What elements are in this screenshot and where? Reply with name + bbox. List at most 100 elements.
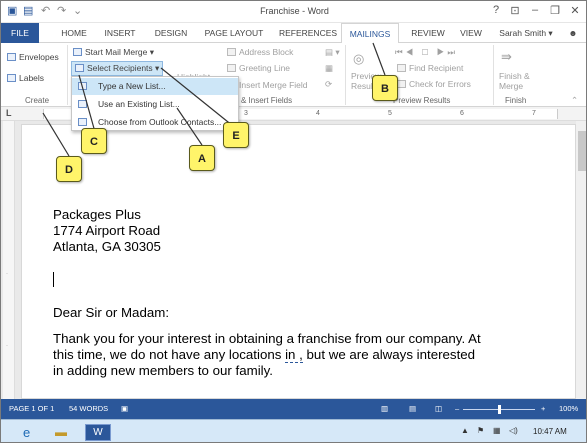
zoom-slider-thumb[interactable]: [498, 405, 501, 414]
find-recipient-button[interactable]: Find Recipient: [397, 63, 463, 73]
start-mail-merge-button[interactable]: Start Mail Merge ▾: [73, 47, 154, 58]
greeting-line-label: Greeting Line: [239, 63, 291, 73]
windows-taskbar: e ▬ W ▲ ⚑ ▦ ◁) 10:47 AM: [1, 419, 586, 442]
body-line[interactable]: this time, we do not have any locations …: [53, 347, 475, 363]
callout-b: B: [372, 75, 398, 101]
menu-item-label: Use an Existing List...: [98, 99, 180, 109]
rules-icon[interactable]: ▤ ▾: [325, 47, 340, 58]
tab-insert[interactable]: INSERT: [99, 23, 141, 43]
address-block-icon: [227, 48, 236, 56]
tab-review[interactable]: REVIEW: [405, 23, 451, 43]
tab-mailings[interactable]: MAILINGS: [341, 23, 399, 44]
word-window: ▣ ▤ ↶ ↷ ⌄ Franchise - Word ? ⊡ – ❐ ✕ FIL…: [0, 0, 587, 443]
check-for-errors-label: Check for Errors: [409, 79, 471, 89]
close-icon[interactable]: ✕: [567, 4, 583, 17]
address-line[interactable]: Packages Plus: [53, 207, 141, 223]
outlook-contacts-icon: [78, 118, 87, 126]
zoom-out-icon[interactable]: –: [455, 404, 459, 413]
status-bar: PAGE 1 OF 1 54 WORDS ▣ ▥ ▤ ◫ – + 100%: [1, 399, 586, 419]
check-for-errors-button[interactable]: Check for Errors: [397, 79, 471, 89]
group-finish: Finish: [505, 96, 527, 105]
preview-results-icon: ◎: [353, 51, 365, 66]
finish-merge-button[interactable]: Finish & Merge: [499, 71, 537, 91]
ribbon-display-options-icon[interactable]: ⊡: [507, 4, 523, 17]
group-create: Create: [25, 96, 50, 105]
check-errors-icon: [397, 80, 406, 88]
word-taskbar-icon[interactable]: W: [85, 424, 111, 441]
labels-icon: [7, 74, 16, 82]
user-avatar-icon[interactable]: ☻: [563, 23, 583, 43]
print-layout-icon[interactable]: ▤: [409, 404, 416, 413]
select-recipients-button[interactable]: Select Recipients ▾: [71, 61, 164, 76]
tab-page-layout[interactable]: PAGE LAYOUT: [199, 23, 269, 43]
labels-button[interactable]: Labels: [7, 73, 44, 83]
body-line[interactable]: in adding new members to our family.: [53, 363, 273, 379]
ruler-number: 7: [532, 110, 536, 117]
callout-d: D: [56, 156, 82, 182]
web-layout-icon[interactable]: ◫: [435, 404, 442, 413]
ruler-number: 3: [244, 110, 248, 117]
find-recipient-label: Find Recipient: [409, 63, 464, 73]
tab-references[interactable]: REFERENCES: [275, 23, 341, 43]
clock[interactable]: 10:47 AM: [533, 427, 567, 442]
page-count[interactable]: PAGE 1 OF 1: [9, 404, 54, 413]
menu-item-type-new-list[interactable]: Type a New List...: [72, 78, 238, 95]
ruler-number: 4: [316, 110, 320, 117]
update-labels-icon[interactable]: ⟳: [325, 79, 332, 90]
salutation[interactable]: Dear Sir or Madam:: [53, 305, 169, 321]
address-line[interactable]: 1774 Airport Road: [53, 223, 160, 239]
tab-file[interactable]: FILE: [1, 23, 39, 43]
restore-icon[interactable]: ❐: [547, 4, 563, 17]
user-account[interactable]: Sarah Smith ▾: [495, 23, 557, 43]
ruler-number: ·: [6, 271, 8, 277]
collapse-ribbon-icon[interactable]: ⌃: [571, 95, 578, 106]
help-button[interactable]: ?: [488, 4, 504, 16]
group-write-insert-fields: & Insert Fields: [241, 96, 293, 105]
record-navigation[interactable]: ⏮◀ ▢ ▶⏭: [395, 47, 458, 58]
address-block-label: Address Block: [239, 47, 294, 57]
body-line[interactable]: Thank you for your interest in obtaining…: [53, 331, 481, 347]
group-divider: [345, 45, 346, 105]
scrollbar-thumb[interactable]: [578, 131, 586, 171]
action-center-icon[interactable]: ⚑: [477, 426, 484, 442]
proofing-icon[interactable]: ▣: [121, 404, 128, 413]
tab-home[interactable]: HOME: [53, 23, 95, 43]
callout-a: A: [189, 145, 215, 171]
zoom-level[interactable]: 100%: [559, 404, 578, 413]
group-preview-results: Preview Results: [393, 96, 451, 105]
minimize-icon[interactable]: –: [527, 4, 543, 16]
address-block-button[interactable]: Address Block: [227, 47, 293, 57]
file-explorer-icon[interactable]: ▬: [55, 424, 73, 441]
tab-selector-icon[interactable]: L: [6, 108, 12, 118]
select-recipients-menu: Type a New List... Use an Existing List.…: [71, 76, 239, 131]
recipients-icon: [75, 64, 84, 72]
zoom-in-icon[interactable]: +: [541, 404, 545, 413]
ribbon-tabs: FILE HOME INSERT DESIGN PAGE LAYOUT REFE…: [1, 23, 586, 44]
tray-arrow-icon[interactable]: ▲: [461, 426, 469, 442]
insert-merge-field-button[interactable]: Insert Merge Field: [239, 80, 308, 90]
tab-design[interactable]: DESIGN: [147, 23, 195, 43]
address-line[interactable]: Atlanta, GA 30305: [53, 239, 161, 255]
greeting-line-button[interactable]: Greeting Line: [227, 63, 290, 73]
match-fields-icon[interactable]: ▦: [325, 63, 333, 74]
start-mail-merge-label: Start Mail Merge: [85, 47, 148, 57]
labels-label: Labels: [19, 73, 45, 83]
grammar-squiggle[interactable]: in ,: [285, 347, 303, 363]
menu-item-use-existing-list[interactable]: Use an Existing List...: [72, 96, 238, 113]
read-mode-icon[interactable]: ▥: [381, 404, 388, 413]
vertical-scrollbar[interactable]: [576, 121, 586, 399]
vertical-ruler: · ·: [3, 121, 15, 399]
tab-view[interactable]: VIEW: [453, 23, 489, 43]
volume-icon[interactable]: ◁): [509, 426, 518, 442]
body-text: but we are always interested: [302, 347, 476, 362]
ie-icon[interactable]: e: [23, 424, 41, 441]
menu-item-label: Type a New List...: [98, 81, 166, 91]
callout-c: C: [81, 128, 107, 154]
envelopes-button[interactable]: Envelopes: [7, 52, 59, 62]
finish-merge-icon: ⇛: [501, 49, 512, 64]
body-text: this time, we do not have any locations: [53, 347, 286, 362]
find-recipient-icon: [397, 64, 406, 72]
select-recipients-label: Select Recipients: [87, 63, 153, 73]
network-icon[interactable]: ▦: [493, 426, 501, 442]
word-count[interactable]: 54 WORDS: [69, 404, 108, 413]
